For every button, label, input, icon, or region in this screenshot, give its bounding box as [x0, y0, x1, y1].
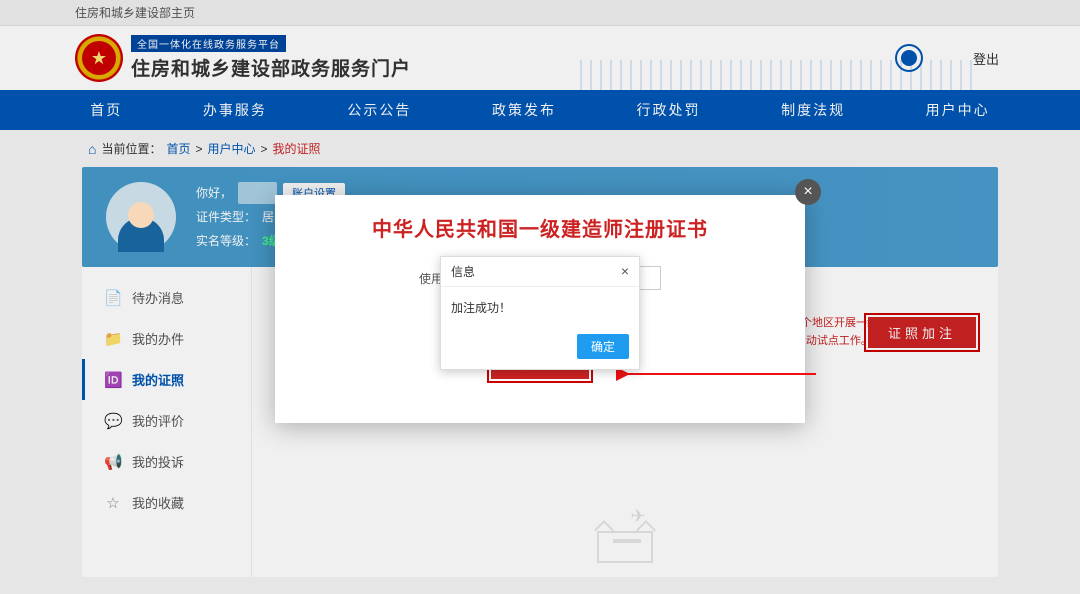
dialog-ok-button[interactable]: 确定: [577, 334, 629, 359]
dialog-title: 信息: [451, 263, 475, 280]
info-dialog: 信息 × 加注成功！ 确定: [440, 256, 640, 370]
annotation-arrow: [616, 370, 826, 410]
dialog-message: 加注成功！: [441, 287, 639, 328]
modal-title: 中华人民共和国一级建造师注册证书: [299, 213, 781, 242]
modal-close-button[interactable]: ×: [795, 179, 821, 205]
dialog-close-button[interactable]: ×: [621, 263, 629, 280]
